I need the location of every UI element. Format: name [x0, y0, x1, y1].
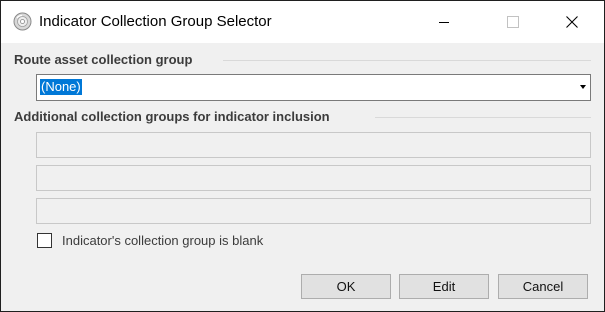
blank-group-checkbox-label[interactable]: Indicator's collection group is blank — [62, 233, 263, 248]
chevron-down-icon[interactable] — [580, 85, 586, 89]
ok-button[interactable]: OK — [301, 274, 391, 299]
maximize-button[interactable] — [490, 1, 536, 43]
maximize-icon — [507, 16, 519, 28]
close-icon — [566, 16, 578, 28]
additional-groups-label: Additional collection groups for indicat… — [14, 109, 330, 124]
window-title: Indicator Collection Group Selector — [39, 13, 272, 30]
blank-group-checkbox[interactable] — [37, 233, 52, 248]
additional-group-field-2[interactable] — [36, 165, 591, 191]
route-group-divider — [223, 60, 591, 61]
additional-group-field-3[interactable] — [36, 198, 591, 224]
title-bar[interactable]: Indicator Collection Group Selector — [1, 1, 604, 43]
disc-icon — [13, 12, 32, 31]
close-button[interactable] — [549, 1, 595, 43]
minimize-icon — [439, 22, 449, 23]
additional-groups-divider — [375, 117, 591, 118]
dialog-window: Indicator Collection Group Selector Rout… — [0, 0, 605, 312]
minimize-button[interactable] — [421, 1, 467, 43]
route-group-label: Route asset collection group — [14, 52, 193, 67]
cancel-button[interactable]: Cancel — [498, 274, 588, 299]
additional-group-field-1[interactable] — [36, 132, 591, 158]
edit-button[interactable]: Edit — [399, 274, 489, 299]
route-group-dropdown[interactable]: (None) — [36, 74, 591, 101]
route-group-selected-value: (None) — [40, 79, 82, 95]
